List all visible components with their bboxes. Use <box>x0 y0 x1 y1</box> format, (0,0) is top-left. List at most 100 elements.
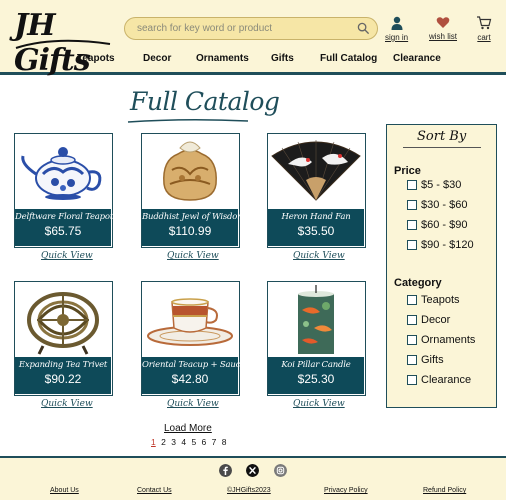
carved-jewel-image <box>163 141 217 201</box>
option-label: Ornaments <box>421 334 476 346</box>
product-info: Expanding Tea Trivet $90.22 <box>15 357 111 394</box>
nav-item-clearance[interactable]: Clearance <box>393 53 441 64</box>
sign-in-link[interactable]: sign in <box>385 16 408 42</box>
page-link[interactable]: 4 <box>181 437 186 447</box>
product-card[interactable]: Delftware Floral Teapot $65.75 <box>14 133 113 248</box>
product-image[interactable] <box>142 134 238 209</box>
page-link[interactable]: 5 <box>191 437 196 447</box>
product-image[interactable] <box>268 134 364 209</box>
filter-panel: Sort By Price $5 - $30 $30 - $60 $60 - $… <box>386 124 497 408</box>
nav-item-gifts[interactable]: Gifts <box>271 53 294 64</box>
quick-view-link[interactable]: Quick View <box>293 251 345 261</box>
teapot-image <box>21 147 102 200</box>
product-name: Koi Pillar Candle <box>281 360 351 370</box>
copyright-link[interactable]: ©JHGifts2023 <box>227 487 271 494</box>
page-link[interactable]: 6 <box>202 437 207 447</box>
option-label: $90 - $120 <box>421 239 474 251</box>
product-info: Oriental Teacup + Saucer $42.80 <box>142 357 249 394</box>
site-footer: About Us Contact Us ©JHGifts2023 Privacy… <box>0 456 506 500</box>
page-link[interactable]: 8 <box>222 437 227 447</box>
product-image[interactable] <box>15 134 111 209</box>
quick-view-link[interactable]: Quick View <box>41 251 93 261</box>
cart-icon <box>477 16 492 30</box>
page-link[interactable]: 7 <box>212 437 217 447</box>
facebook-icon[interactable] <box>219 464 232 477</box>
heart-icon <box>436 17 450 28</box>
x-icon[interactable] <box>246 464 259 477</box>
checkbox[interactable] <box>407 180 417 190</box>
product-name: Buddhist Jewl of Wisdom <box>142 212 246 222</box>
option-label: Decor <box>421 314 451 326</box>
product-card[interactable]: Oriental Teacup + Saucer $42.80 <box>141 281 249 396</box>
contact-us-link[interactable]: Contact Us <box>137 487 172 494</box>
quick-view-link[interactable]: Quick View <box>293 399 345 409</box>
user-icon <box>391 16 403 30</box>
product-card[interactable]: Buddhist Jewl of Wisdom $110.99 <box>141 133 246 248</box>
option-label: Teapots <box>421 294 460 306</box>
nav-item-decor[interactable]: Decor <box>143 53 171 64</box>
product-price: $35.50 <box>297 224 335 238</box>
checkbox[interactable] <box>407 375 417 385</box>
sign-in-label: sign in <box>385 33 409 42</box>
product-info: Delftware Floral Teapot $65.75 <box>15 209 114 246</box>
search-icon[interactable] <box>357 22 370 35</box>
logo-swoosh-icon <box>15 39 111 49</box>
checkbox[interactable] <box>407 335 417 345</box>
product-name: Oriental Teacup + Saucer <box>142 360 249 370</box>
option-label: Gifts <box>421 354 444 366</box>
refund-policy-link[interactable]: Refund Policy <box>423 487 466 494</box>
cart-label: cart <box>477 33 491 42</box>
divider <box>403 147 481 148</box>
product-name: Expanding Tea Trivet <box>18 360 108 370</box>
page-link[interactable]: 2 <box>161 437 166 447</box>
page-link[interactable]: 3 <box>171 437 176 447</box>
product-info: Heron Hand Fan $35.50 <box>268 209 364 246</box>
site-header: JH Gifts sign in wish list cart Teapots … <box>0 0 506 78</box>
wish-list-label: wish list <box>429 32 458 41</box>
privacy-policy-link[interactable]: Privacy Policy <box>324 487 368 494</box>
wish-list-link[interactable]: wish list <box>429 16 457 41</box>
nav-item-full-catalog[interactable]: Full Catalog <box>320 53 377 64</box>
page-title: Full Catalog <box>130 87 280 116</box>
product-info: Buddhist Jewl of Wisdom $110.99 <box>142 209 246 246</box>
quick-view-link[interactable]: Quick View <box>167 399 219 409</box>
product-name: Delftware Floral Teapot <box>15 212 114 222</box>
instagram-icon[interactable] <box>274 464 287 477</box>
nav-item-ornaments[interactable]: Ornaments <box>196 53 249 64</box>
about-us-link[interactable]: About Us <box>50 487 79 494</box>
title-underline <box>127 118 249 123</box>
cart-link[interactable]: cart <box>476 16 492 42</box>
product-info: Koi Pillar Candle $25.30 <box>268 357 364 394</box>
checkbox[interactable] <box>407 315 417 325</box>
teacup-image <box>147 298 233 346</box>
checkbox[interactable] <box>407 220 417 230</box>
price-heading: Price <box>394 165 421 177</box>
product-image[interactable] <box>15 282 111 357</box>
sort-by-heading: Sort By <box>417 129 467 144</box>
option-label: $60 - $90 <box>421 219 468 231</box>
category-heading: Category <box>394 277 442 289</box>
search-bar <box>124 17 378 40</box>
koi-candle-image <box>298 285 334 354</box>
checkbox[interactable] <box>407 200 417 210</box>
quick-view-link[interactable]: Quick View <box>41 399 93 409</box>
product-card[interactable]: Expanding Tea Trivet $90.22 <box>14 281 113 396</box>
load-more-button[interactable]: Load More <box>164 423 212 434</box>
nav-item-teapots[interactable]: Teapots <box>77 53 115 64</box>
product-image[interactable] <box>268 282 364 357</box>
pagination: 1 2 3 4 5 6 7 8 <box>151 437 230 447</box>
checkbox[interactable] <box>407 240 417 250</box>
product-price: $42.80 <box>171 372 209 386</box>
checkbox[interactable] <box>407 355 417 365</box>
product-price: $110.99 <box>168 224 212 238</box>
quick-view-link[interactable]: Quick View <box>167 251 219 261</box>
tea-trivet-image <box>27 292 99 355</box>
product-price: $90.22 <box>44 372 82 386</box>
product-image[interactable] <box>142 282 238 357</box>
page-link-current[interactable]: 1 <box>151 437 156 447</box>
main-nav: Teapots Decor Ornaments Gifts Full Catal… <box>0 53 506 69</box>
checkbox[interactable] <box>407 295 417 305</box>
product-card[interactable]: Heron Hand Fan $35.50 <box>267 133 366 248</box>
search-input[interactable] <box>137 20 347 37</box>
product-card[interactable]: Koi Pillar Candle $25.30 <box>267 281 366 396</box>
